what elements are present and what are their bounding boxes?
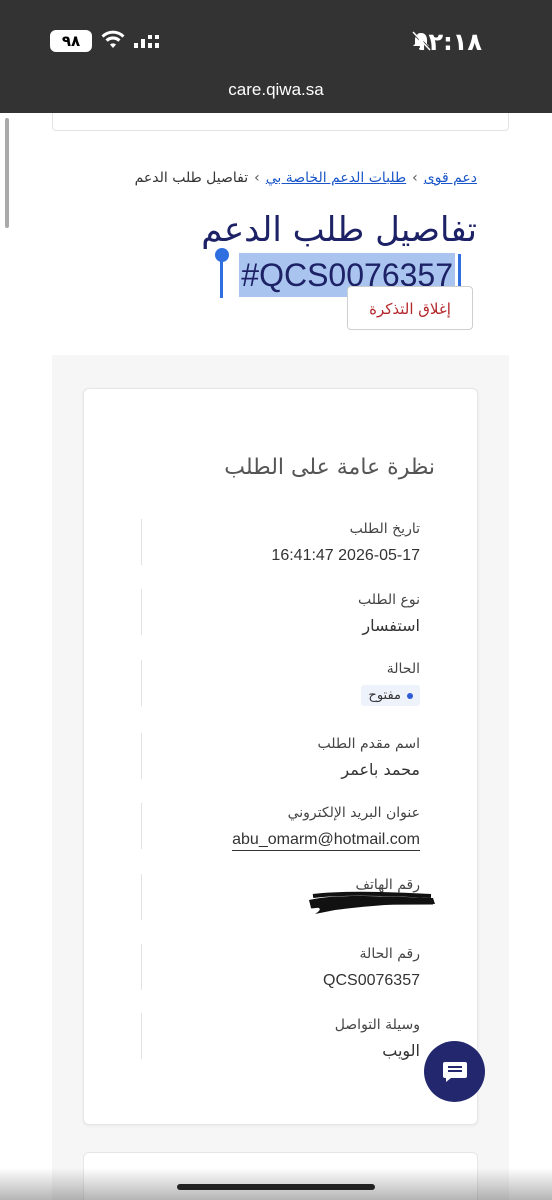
case-number-label: رقم الحالة	[359, 946, 420, 962]
breadcrumb-requests-link[interactable]: طلبات الدعم الخاصة بي	[266, 170, 406, 186]
request-type-label: نوع الطلب	[358, 592, 420, 608]
status-dot-icon	[407, 692, 413, 699]
page-title: تفاصيل طلب الدعم	[201, 210, 477, 250]
request-type-value: استفسار	[362, 616, 420, 635]
field-requester: اسم مقدم الطلب محمد باعمر	[140, 736, 420, 779]
page-scrollbar[interactable]	[5, 118, 9, 228]
field-case-number: رقم الحالة QCS0076357	[140, 946, 420, 990]
close-ticket-button[interactable]: إغلاق التذكرة	[347, 286, 473, 330]
requester-label: اسم مقدم الطلب	[317, 736, 420, 752]
request-date-label: تاريخ الطلب	[349, 521, 420, 537]
contact-method-label: وسيلة التواصل	[334, 1017, 420, 1033]
signal-icon	[134, 35, 159, 48]
browser-chrome: ٩٨ ١٢:١٨ care.qiwa.sa	[0, 0, 552, 113]
breadcrumb-current: تفاصيل طلب الدعم	[134, 170, 249, 186]
status-label: الحالة	[386, 661, 420, 677]
selection-start-line	[220, 256, 223, 298]
selection-start-handle[interactable]	[215, 248, 229, 262]
field-request-date: تاريخ الطلب 16:41:47 2026-05-17	[140, 521, 420, 565]
request-date-value: 16:41:47 2026-05-17	[271, 547, 420, 564]
case-number-value: QCS0076357	[323, 972, 420, 989]
field-email: عنوان البريد الإلكتروني abu_omarm@hotmai…	[140, 805, 420, 851]
address-bar-url[interactable]: care.qiwa.sa	[0, 80, 552, 100]
status-value: مفتوح	[368, 688, 401, 703]
field-contact-method: وسيلة التواصل الويب	[140, 1017, 420, 1060]
chat-icon	[442, 1061, 467, 1082]
header-card-stub	[52, 113, 509, 131]
breadcrumb-home-link[interactable]: دعم قوى	[424, 170, 477, 186]
contact-method-value: الويب	[382, 1041, 420, 1060]
email-label: عنوان البريد الإلكتروني	[287, 805, 420, 821]
field-status: الحالة مفتوح	[140, 661, 420, 706]
battery-indicator: ٩٨	[50, 30, 92, 52]
chat-button[interactable]	[424, 1041, 485, 1102]
wifi-icon	[101, 30, 125, 48]
breadcrumb: دعم قوى › طلبات الدعم الخاصة بي › تفاصيل…	[135, 170, 477, 186]
overview-heading: نظرة عامة على الطلب	[224, 455, 435, 480]
overview-card: نظرة عامة على الطلب تاريخ الطلب 16:41:47…	[83, 388, 478, 1125]
chevron-left-icon: ›	[412, 170, 418, 186]
chevron-left-icon: ›	[254, 170, 260, 186]
field-request-type: نوع الطلب استفسار	[140, 592, 420, 635]
status-badge: مفتوح	[361, 685, 420, 706]
status-time: ١٢:١٨	[413, 28, 482, 56]
requester-value: محمد باعمر	[341, 760, 420, 779]
redacted-phone-scribble	[309, 891, 435, 914]
email-link[interactable]: abu_omarm@hotmail.com	[232, 831, 420, 851]
home-indicator[interactable]	[177, 1184, 375, 1190]
